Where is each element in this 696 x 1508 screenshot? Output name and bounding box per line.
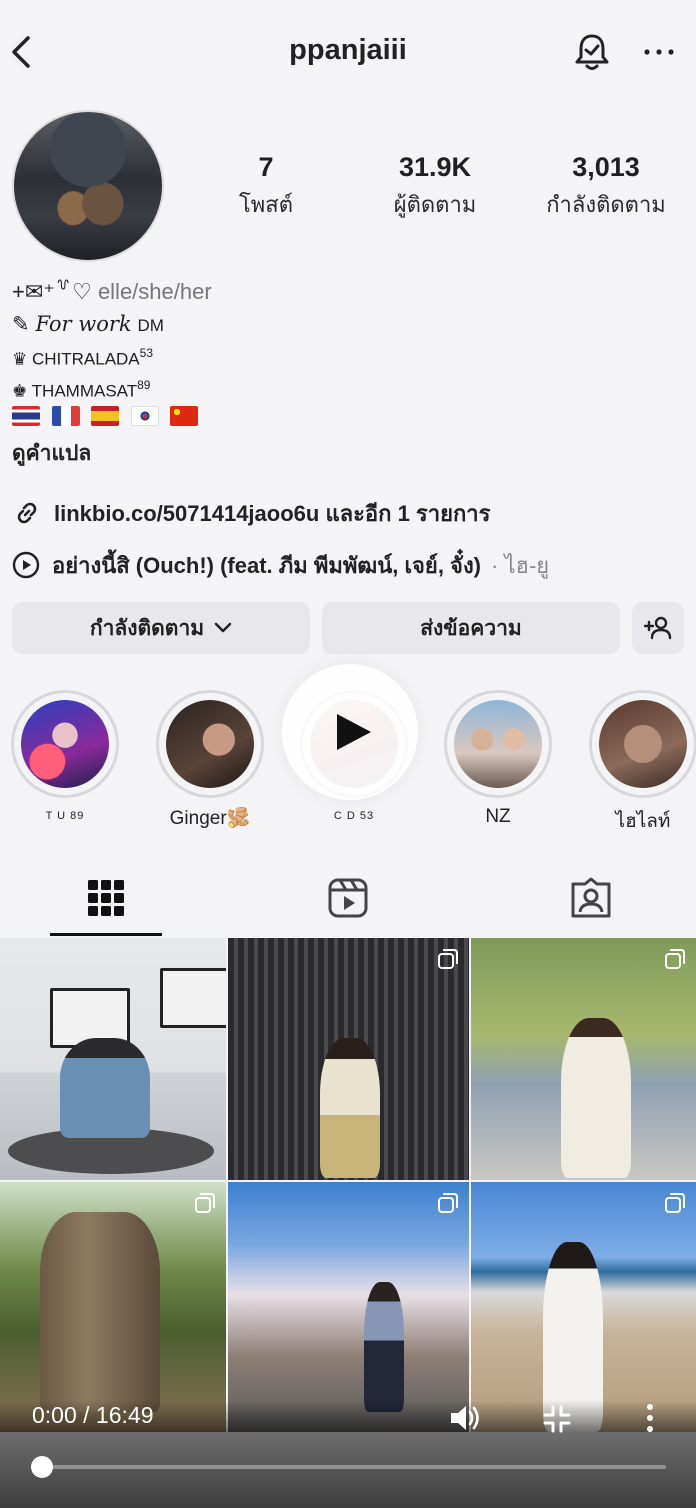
post-thumbnail[interactable] bbox=[0, 938, 226, 1180]
stat-following-value: 3,013 bbox=[572, 152, 640, 182]
music-title: อย่างนี้สิ (Ouch!) (feat. ภีม พีมพัฒน์, … bbox=[52, 552, 482, 578]
post-image-subject bbox=[160, 968, 226, 1028]
add-person-icon bbox=[643, 616, 672, 640]
play-circle-icon bbox=[12, 551, 40, 579]
china-flag-icon bbox=[170, 405, 199, 426]
stat-posts[interactable]: 7 โพสต์ bbox=[226, 152, 306, 222]
highlight-ring bbox=[156, 690, 264, 798]
carousel-post-icon bbox=[195, 1193, 215, 1213]
highlight-cover bbox=[166, 700, 254, 788]
bio-school-2-text: ♚ THAMMASAT bbox=[12, 381, 138, 401]
highlight-label: T U 89 bbox=[45, 810, 85, 822]
bio-flags bbox=[12, 404, 204, 427]
suggest-people-button[interactable] bbox=[632, 602, 684, 654]
carousel-post-icon bbox=[665, 1193, 685, 1213]
post-image-subject bbox=[40, 1212, 160, 1412]
post-thumbnail[interactable] bbox=[471, 938, 696, 1180]
highlight-label: NZ bbox=[485, 806, 511, 827]
highlight-cover bbox=[599, 700, 687, 788]
profile-header: ppanjaiii bbox=[0, 0, 696, 105]
bio-school-1-sup: 53 bbox=[139, 346, 154, 360]
bio-school-2-sup: 89 bbox=[137, 378, 151, 392]
bio-link-row[interactable]: linkbio.co/5071414jaoo6u และอีก 1 รายการ bbox=[12, 497, 490, 529]
reels-tab-icon[interactable] bbox=[326, 876, 370, 920]
chevron-down-icon bbox=[214, 622, 232, 633]
highlight-cover bbox=[21, 700, 109, 788]
post-image-subject bbox=[364, 1282, 404, 1412]
post-image-subject bbox=[60, 1038, 150, 1138]
highlight-item[interactable]: ไฮไลท์ bbox=[589, 690, 696, 836]
bio-school-1: ♛ CHITRALADA53 bbox=[12, 346, 153, 370]
music-artist: · ไฮ-ยู bbox=[491, 552, 550, 578]
bio-school-2: ♚ THAMMASAT89 bbox=[12, 378, 150, 402]
grid-tab-icon[interactable] bbox=[84, 876, 128, 920]
active-tab-indicator bbox=[50, 933, 162, 936]
highlight-label: ไฮไลท์ bbox=[615, 811, 671, 832]
pencil-icon: ✎ bbox=[12, 313, 30, 336]
profile-avatar[interactable] bbox=[12, 110, 164, 262]
highlight-item[interactable]: Ginger🫚 bbox=[156, 690, 264, 830]
see-translation-link[interactable]: ดูคำแปล bbox=[12, 437, 91, 470]
following-button[interactable]: กำลังติดตาม bbox=[12, 602, 310, 654]
video-time: 0:00 / 16:49 bbox=[32, 1402, 154, 1428]
exit-fullscreen-icon[interactable] bbox=[542, 1404, 572, 1434]
following-button-label: กำลังติดตาม bbox=[89, 616, 205, 640]
stat-following[interactable]: 3,013 กำลังติดตาม bbox=[536, 152, 676, 222]
more-options-icon[interactable] bbox=[642, 37, 676, 67]
bio-link-text: linkbio.co/5071414jaoo6u และอีก 1 รายการ bbox=[54, 500, 491, 526]
bio-pronouns: elle/she/her bbox=[97, 279, 212, 304]
tagged-tab-icon[interactable] bbox=[569, 876, 613, 920]
play-icon bbox=[337, 714, 371, 750]
stat-posts-label: โพสต์ bbox=[238, 192, 294, 217]
carousel-post-icon bbox=[438, 1193, 458, 1213]
message-button-label: ส่งข้อความ bbox=[420, 616, 522, 640]
post-thumbnail[interactable] bbox=[228, 938, 469, 1180]
stat-following-label: กำลังติดตาม bbox=[546, 192, 666, 217]
post-thumbnail[interactable] bbox=[471, 1182, 696, 1432]
highlight-ring bbox=[589, 690, 696, 798]
notification-bell-icon[interactable] bbox=[572, 31, 612, 73]
highlight-ring bbox=[444, 690, 552, 798]
profile-music-row[interactable]: อย่างนี้สิ (Ouch!) (feat. ภีม พีมพัฒน์, … bbox=[12, 549, 549, 581]
post-thumbnail[interactable] bbox=[0, 1182, 226, 1432]
link-icon bbox=[17, 502, 37, 524]
bio-pronoun-prefix: +✉⁺꒷♡ bbox=[12, 279, 92, 304]
video-play-button[interactable] bbox=[282, 664, 418, 800]
stat-posts-value: 7 bbox=[258, 152, 274, 182]
stat-followers[interactable]: 31.9K ผู้ติดตาม bbox=[380, 152, 490, 222]
carousel-post-icon bbox=[665, 949, 685, 969]
highlight-item[interactable]: NZ bbox=[444, 690, 552, 828]
video-seek-thumb[interactable] bbox=[31, 1456, 53, 1478]
post-image-subject bbox=[320, 1038, 380, 1178]
video-seek-track[interactable] bbox=[42, 1465, 666, 1469]
video-more-icon[interactable] bbox=[640, 1402, 660, 1434]
korea-flag-icon bbox=[130, 405, 159, 426]
france-flag-icon bbox=[51, 405, 80, 426]
carousel-post-icon bbox=[438, 949, 458, 969]
bio-pronouns-line: +✉⁺꒷♡ elle/she/her bbox=[12, 276, 212, 305]
highlight-ring bbox=[11, 690, 119, 798]
highlight-label: Ginger🫚 bbox=[169, 808, 251, 829]
highlight-cover bbox=[454, 700, 542, 788]
thailand-flag-icon bbox=[12, 405, 40, 426]
highlight-label: C D 53 bbox=[333, 810, 375, 822]
stat-followers-value: 31.9K bbox=[398, 152, 472, 182]
profile-tabs bbox=[0, 860, 696, 938]
post-image-subject bbox=[561, 1018, 631, 1178]
spain-flag-icon bbox=[91, 405, 120, 426]
highlight-item[interactable]: T U 89 bbox=[11, 690, 119, 822]
bio-work-text: For work bbox=[35, 312, 132, 336]
stat-followers-label: ผู้ติดตาม bbox=[393, 192, 477, 217]
volume-icon[interactable] bbox=[448, 1402, 482, 1434]
bio-work-line: ✎ For work DM bbox=[12, 312, 164, 337]
bio-school-1-text: ♛ CHITRALADA bbox=[12, 349, 140, 369]
post-thumbnail[interactable] bbox=[228, 1182, 469, 1432]
bio-work-dm: DM bbox=[137, 316, 164, 335]
message-button[interactable]: ส่งข้อความ bbox=[322, 602, 620, 654]
